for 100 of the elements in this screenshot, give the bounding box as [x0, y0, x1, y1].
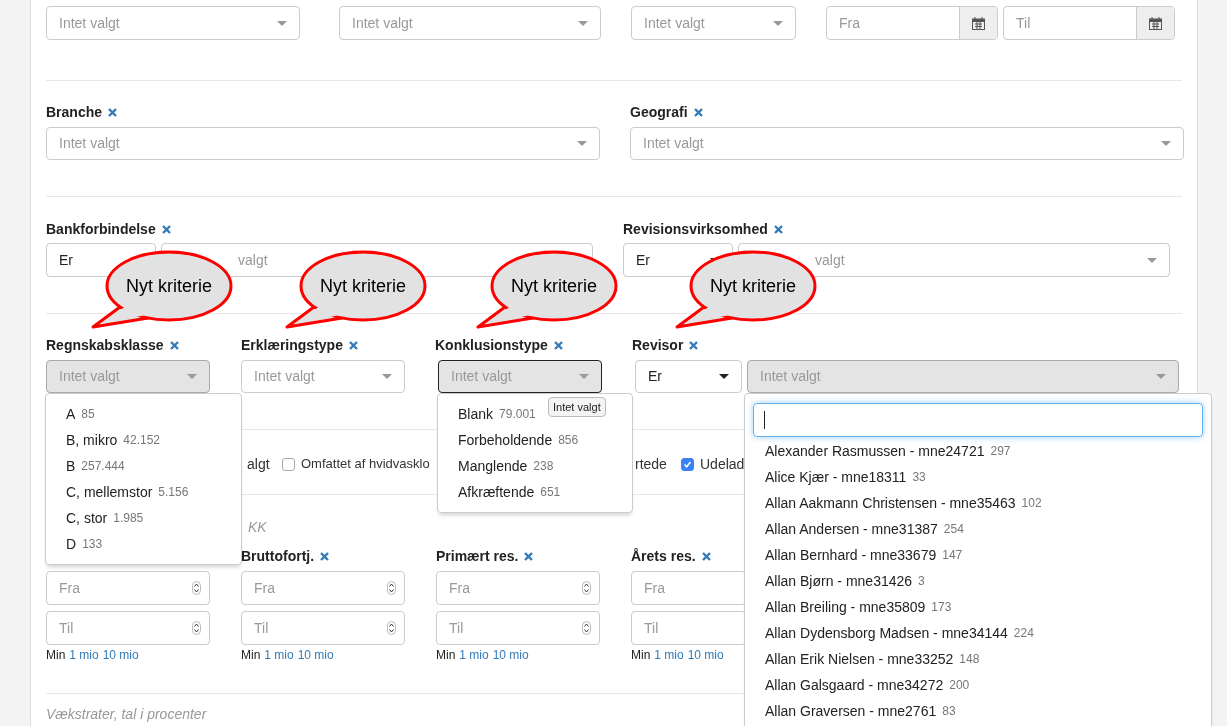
preset-link[interactable]: 1 mio: [264, 647, 294, 663]
number-field[interactable]: Fra: [46, 571, 210, 605]
dropdown-option[interactable]: Allan Bernhard - mne33679 147: [745, 542, 963, 568]
select-field[interactable]: Intet valgt: [46, 6, 300, 40]
preset-link[interactable]: 1 mio: [459, 647, 489, 663]
caret-icon: [277, 20, 287, 26]
dropdown-option[interactable]: Allan Galsgaard - mne34272 200: [745, 672, 970, 698]
dropdown-option[interactable]: C, mellemstor 5.156: [46, 479, 189, 505]
filter-label: Branche: [46, 102, 103, 122]
search-field[interactable]: [753, 403, 1203, 437]
dropdown-option[interactable]: Allan Breiling - mne35809 173: [745, 594, 952, 620]
preset-link[interactable]: 10 mio: [687, 647, 724, 663]
callout-text: Nyt kriterie: [709, 275, 797, 297]
spinner-icon[interactable]: [387, 621, 396, 635]
number-field[interactable]: Til: [241, 611, 405, 645]
caret-icon: [1161, 141, 1171, 146]
caret-icon: [187, 374, 197, 379]
caret-icon: [1147, 257, 1157, 263]
dropdown-option[interactable]: Afkræftende 651: [438, 479, 561, 505]
preset-link[interactable]: 10 mio: [492, 647, 529, 663]
checkbox-option[interactable]: Udelad: [681, 453, 745, 475]
select-field[interactable]: Intet valgt: [241, 360, 405, 393]
caret-icon: [382, 374, 392, 379]
filter-label: Primært res.: [436, 546, 519, 566]
filter-label: Revisionsvirksomhed: [623, 219, 768, 239]
date-picker-button[interactable]: [959, 7, 997, 39]
hint-text: Min: [631, 647, 651, 663]
filter-label: Geografi: [630, 102, 688, 122]
number-field[interactable]: Fra: [436, 571, 600, 605]
date-field[interactable]: Fra: [826, 6, 998, 40]
filter-label: Konklusionstype: [435, 335, 548, 355]
dropdown-option[interactable]: Alexander Rasmussen - mne24721 297: [745, 438, 1011, 464]
dropdown-option[interactable]: D 133: [46, 531, 103, 557]
filter-label: Revisor: [632, 335, 684, 355]
preset-link[interactable]: 10 mio: [102, 647, 139, 663]
caret-icon: [577, 141, 587, 146]
checkbox[interactable]: [681, 457, 694, 471]
dropdown-option[interactable]: C, stor 1.985: [46, 505, 144, 531]
dropdown-option[interactable]: Allan Aakmann Christensen - mne35463 102: [745, 490, 1042, 516]
checkbox-option[interactable]: Omfattet af hvidvasklo: [282, 454, 430, 474]
select-field[interactable]: Intet valgt: [46, 127, 600, 160]
dropdown-option[interactable]: Allan Graversen - mne2761 83: [745, 698, 956, 724]
preset-link[interactable]: 1 mio: [654, 647, 684, 663]
remove-icon[interactable]: [701, 551, 711, 561]
checkbox-label: algt: [247, 455, 270, 472]
select-field[interactable]: Er: [635, 360, 742, 393]
preset-link[interactable]: 10 mio: [297, 647, 334, 663]
checkbox[interactable]: [282, 457, 295, 471]
caret-icon: [579, 374, 589, 379]
select-field[interactable]: Intet valgt: [339, 6, 601, 40]
hint-text: Min: [241, 647, 261, 663]
dropdown-option[interactable]: Blank 79.001: [438, 401, 536, 427]
dropdown-option[interactable]: B 257.444: [46, 453, 125, 479]
remove-icon[interactable]: [161, 224, 171, 234]
dropdown-option[interactable]: Allan Bjørn - mne31426 3: [745, 568, 925, 594]
number-field[interactable]: Til: [436, 611, 600, 645]
number-field[interactable]: Til: [46, 611, 210, 645]
date-field[interactable]: Til: [1003, 6, 1175, 40]
spinner-icon[interactable]: [582, 621, 591, 635]
callout-text: Nyt kriterie: [510, 275, 598, 297]
number-field[interactable]: Fra: [241, 571, 405, 605]
remove-icon[interactable]: [773, 224, 783, 234]
dropdown-option[interactable]: Allan Andersen - mne31387 254: [745, 516, 964, 542]
spinner-icon[interactable]: [582, 581, 591, 595]
select-field[interactable]: Intet valgt: [631, 6, 796, 40]
callout-text: Nyt kriterie: [125, 275, 213, 297]
remove-icon[interactable]: [553, 340, 563, 350]
number-field[interactable]: Til: [631, 611, 746, 645]
spinner-icon[interactable]: [192, 581, 201, 595]
remove-icon[interactable]: [169, 340, 179, 350]
dropdown-option[interactable]: Allan Erik Nielsen - mne33252 148: [745, 646, 980, 672]
hint-text: Min: [436, 647, 456, 663]
dropdown-option[interactable]: Allan Dydensborg Madsen - mne34144 224: [745, 620, 1034, 646]
preset-link[interactable]: 1 mio: [69, 647, 99, 663]
spinner-icon[interactable]: [387, 581, 396, 595]
remove-icon[interactable]: [693, 107, 703, 117]
hint-text: Min: [46, 647, 66, 663]
remove-icon[interactable]: [108, 107, 118, 117]
checkbox-label: rtede: [635, 455, 667, 472]
spinner-icon[interactable]: [192, 621, 201, 635]
remove-icon[interactable]: [348, 340, 358, 350]
filter-label: Årets res.: [631, 546, 696, 566]
filter-label: Bruttofortj.: [241, 546, 315, 566]
calendar-icon: [1149, 16, 1162, 30]
filter-label: Bankforbindelse: [46, 219, 156, 239]
date-picker-button[interactable]: [1136, 7, 1174, 39]
number-field[interactable]: Fra: [631, 571, 746, 605]
caret-icon: [1156, 374, 1166, 379]
select-field[interactable]: Intet valgt: [630, 127, 1184, 160]
remove-icon[interactable]: [524, 551, 534, 561]
remove-icon[interactable]: [320, 551, 330, 561]
remove-icon[interactable]: [689, 340, 699, 350]
dropdown-option[interactable]: A 85: [46, 401, 95, 427]
callout-text: Nyt kriterie: [319, 275, 407, 297]
caret-icon: [773, 20, 783, 26]
dropdown-option[interactable]: Alice Kjær - mne18311 33: [745, 464, 926, 490]
dropdown-option[interactable]: B, mikro 42.152: [46, 427, 161, 453]
dropdown-option[interactable]: Forbeholdende 856: [438, 427, 579, 453]
dropdown-option[interactable]: Manglende 238: [438, 453, 554, 479]
caret-icon: [578, 20, 588, 26]
